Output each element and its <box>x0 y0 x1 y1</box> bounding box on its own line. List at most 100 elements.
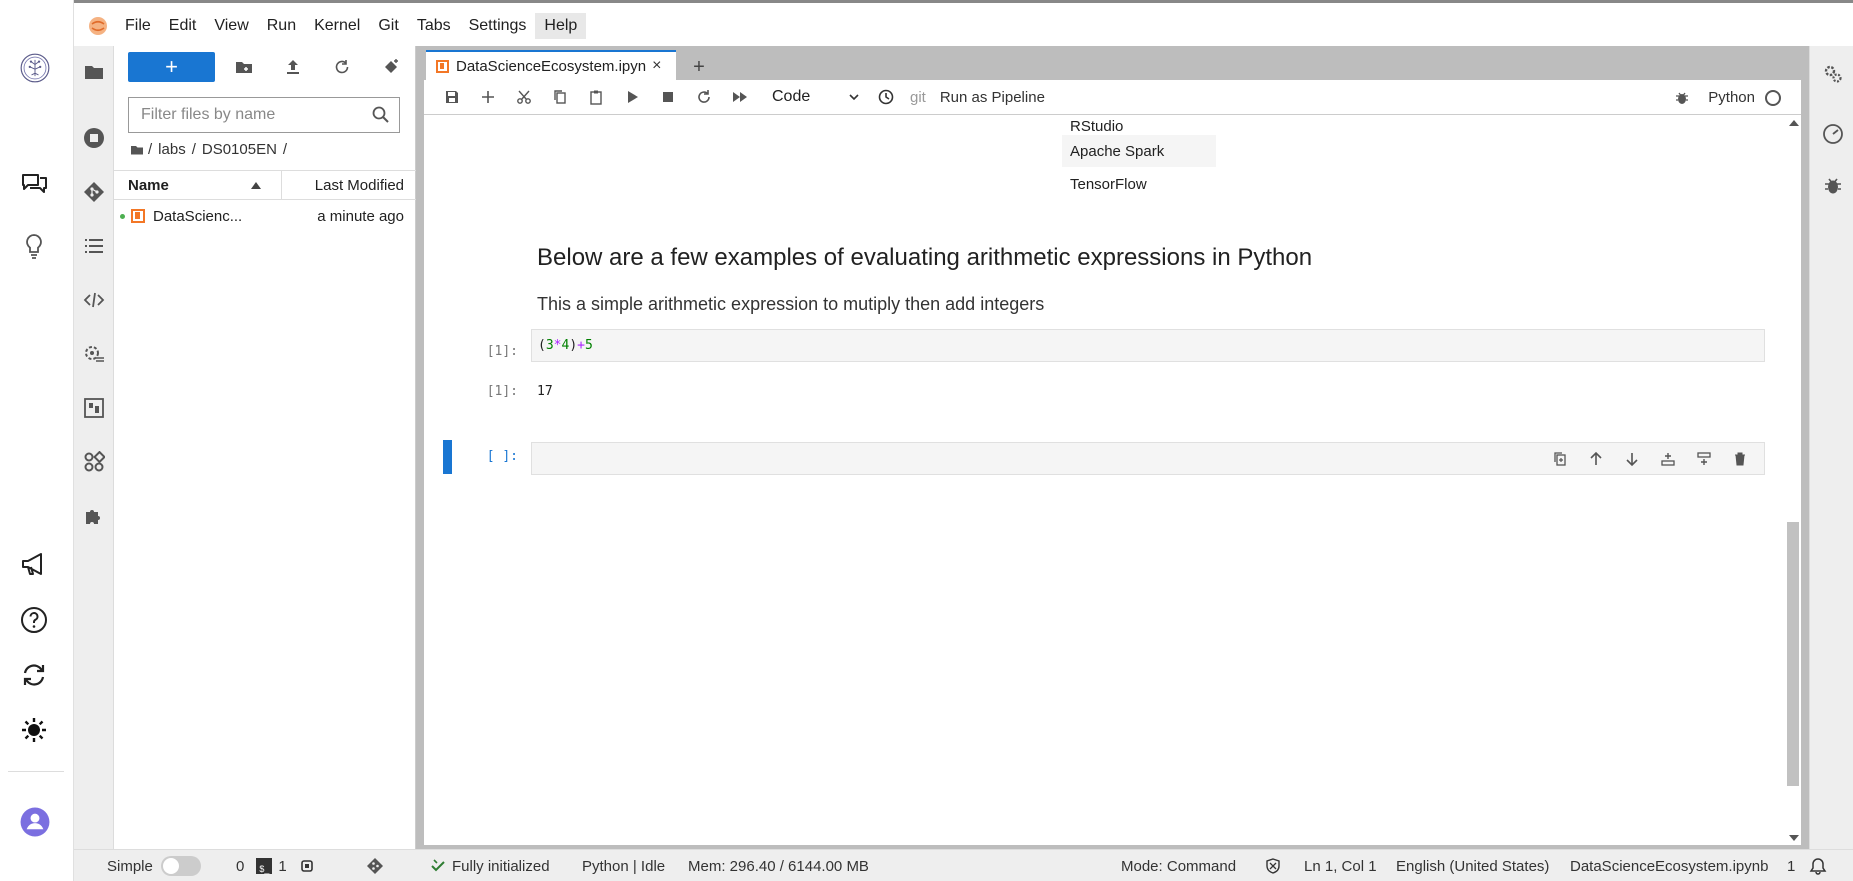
scroll-down-icon[interactable] <box>1789 835 1799 841</box>
duplicate-cell-icon[interactable] <box>1542 445 1578 473</box>
git-clone-icon[interactable] <box>371 52 411 82</box>
upload-icon[interactable] <box>273 52 313 82</box>
file-list-item[interactable]: DataScienc... a minute ago <box>114 203 416 229</box>
extensions-puzzle-icon[interactable] <box>74 496 114 536</box>
new-launcher-button[interactable]: + <box>128 52 215 82</box>
tab-notebook[interactable]: DataScienceEcosystem.ipyn × <box>426 50 676 80</box>
menu-kernel[interactable]: Kernel <box>305 13 369 39</box>
run-as-pipeline-button[interactable]: Run as Pipeline <box>940 89 1045 106</box>
menubar: File Edit View Run Kernel Git Tabs Setti… <box>74 6 1853 46</box>
scrollbar-thumb[interactable] <box>1787 522 1799 786</box>
code-snippets-icon[interactable] <box>74 280 114 320</box>
move-down-icon[interactable] <box>1614 445 1650 473</box>
window-top-border <box>0 0 1853 3</box>
cut-icon[interactable] <box>506 82 542 112</box>
code-token: + <box>577 338 585 353</box>
close-icon[interactable]: × <box>652 57 661 75</box>
menu-settings[interactable]: Settings <box>460 13 536 39</box>
sync-icon[interactable] <box>14 655 54 695</box>
delete-cell-icon[interactable] <box>1722 445 1758 473</box>
pipeline-icon[interactable] <box>74 388 114 428</box>
menu-view[interactable]: View <box>205 13 257 39</box>
filter-files-input[interactable]: Filter files by name <box>128 97 400 133</box>
display-language[interactable]: English (United States) <box>1396 850 1549 881</box>
menu-git[interactable]: Git <box>369 13 407 39</box>
scroll-up-icon[interactable] <box>1789 120 1799 126</box>
cell-type-select[interactable]: Code <box>758 88 868 106</box>
folder-icon[interactable] <box>74 52 114 92</box>
simple-mode-toggle[interactable]: Simple <box>107 850 201 881</box>
file-name: DataScienc... <box>153 207 243 225</box>
property-inspector-gears-icon[interactable] <box>1820 61 1846 87</box>
code-cell-input[interactable]: (3 * 4) +5 <box>531 329 1765 362</box>
fast-forward-icon[interactable] <box>722 82 758 112</box>
insert-above-icon[interactable] <box>1650 445 1686 473</box>
debugger-icon[interactable] <box>1820 173 1846 199</box>
table-of-contents-icon[interactable] <box>74 226 114 266</box>
copy-icon[interactable] <box>542 82 578 112</box>
lightbulb-icon[interactable] <box>14 226 54 266</box>
kernel-status[interactable]: Python | Idle <box>582 850 665 881</box>
outer-rail <box>0 0 74 881</box>
run-icon[interactable] <box>614 82 650 112</box>
notebook-scrollbar[interactable] <box>1787 116 1801 845</box>
clock-icon[interactable] <box>868 82 904 112</box>
restart-icon[interactable] <box>686 82 722 112</box>
git-diff-button[interactable]: git <box>910 89 926 106</box>
menu-help[interactable]: Help <box>535 13 587 39</box>
active-cell-indicator <box>443 440 452 474</box>
column-modified-header[interactable]: Last Modified <box>282 177 416 194</box>
cursor-position[interactable]: Ln 1, Col 1 <box>1304 850 1377 881</box>
insert-cell-icon[interactable] <box>470 82 506 112</box>
stop-icon[interactable] <box>650 82 686 112</box>
lsp-check-icon <box>431 859 445 872</box>
megaphone-icon[interactable] <box>14 544 54 584</box>
kernel-chip-icon <box>300 860 313 872</box>
breadcrumb: / labs / DS0105EN / <box>130 141 293 158</box>
avatar[interactable] <box>8 795 62 849</box>
menu-tabs[interactable]: Tabs <box>408 13 460 39</box>
sort-ascending-icon <box>251 182 261 189</box>
code-cell-input[interactable] <box>531 442 1765 475</box>
git-icon[interactable] <box>74 172 114 212</box>
status-bar: Simple 0 $_ 1 Fully initialized Python |… <box>74 849 1853 881</box>
simple-mode-switch[interactable] <box>160 856 201 876</box>
help-icon[interactable] <box>14 600 54 640</box>
column-name-header[interactable]: Name <box>114 171 282 199</box>
paste-icon[interactable] <box>578 82 614 112</box>
menu-run[interactable]: Run <box>258 13 305 39</box>
resource-usage-gauge-icon[interactable] <box>1820 121 1846 147</box>
add-tab-button[interactable]: + <box>686 54 712 80</box>
trusted-shield-icon[interactable] <box>1265 850 1281 881</box>
bell-icon[interactable] <box>1809 850 1827 881</box>
chat-icon[interactable] <box>14 164 54 204</box>
components-icon[interactable] <box>74 442 114 482</box>
skills-network-logo-icon[interactable] <box>9 42 61 94</box>
save-icon[interactable] <box>434 82 470 112</box>
kernel-area: Python <box>1674 80 1781 115</box>
move-up-icon[interactable] <box>1578 445 1614 473</box>
refresh-icon[interactable] <box>322 52 362 82</box>
lsp-status[interactable]: Fully initialized <box>430 850 550 881</box>
input-prompt: [ ]: <box>486 449 518 464</box>
insert-below-icon[interactable] <box>1686 445 1722 473</box>
markdown-paragraph: This a simple arithmetic expression to m… <box>537 294 1045 314</box>
theme-sun-icon[interactable] <box>14 710 54 750</box>
code-token: * <box>553 338 562 353</box>
lsp-status-text: Fully initialized <box>452 857 550 875</box>
breadcrumb-folder-icon[interactable] <box>130 143 144 157</box>
menu-edit[interactable]: Edit <box>160 13 206 39</box>
new-folder-icon[interactable] <box>224 52 264 82</box>
menu-file[interactable]: File <box>116 13 160 39</box>
breadcrumb-labs[interactable]: labs <box>158 141 186 158</box>
debugger-bug-icon[interactable] <box>1674 90 1690 106</box>
kernel-name[interactable]: Python <box>1708 89 1755 106</box>
running-terminals[interactable]: 0 $_ 1 <box>236 850 315 881</box>
running-sessions-icon[interactable] <box>74 118 114 158</box>
breadcrumb-ds0105en[interactable]: DS0105EN <box>202 141 277 158</box>
notebook-icon <box>131 209 145 223</box>
property-inspector-icon[interactable] <box>74 334 114 374</box>
file-list-header: Name Last Modified <box>114 170 416 200</box>
git-status-icon[interactable] <box>366 850 384 881</box>
simple-mode-label: Simple <box>107 857 153 875</box>
